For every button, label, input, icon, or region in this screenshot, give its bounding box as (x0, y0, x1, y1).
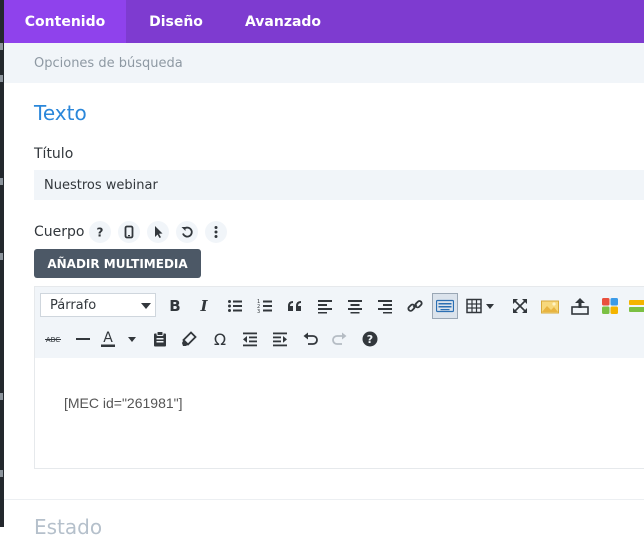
format-select-value: Párrafo (50, 298, 97, 313)
blockquote-icon[interactable] (283, 294, 307, 318)
section-divider (4, 499, 644, 500)
italic-icon[interactable]: I (192, 294, 216, 318)
title-input[interactable] (34, 170, 644, 200)
svg-text:Ω: Ω (214, 331, 226, 347)
search-options-label: Opciones de búsqueda (34, 56, 183, 71)
redo-icon[interactable] (328, 327, 352, 351)
image-icon[interactable] (538, 294, 562, 318)
rich-text-editor: Párrafo B I 123 A Ω ? [MEC id="261981"] (34, 286, 644, 469)
align-left-icon[interactable] (313, 294, 337, 318)
tab-bar: Contenido Diseño Avanzado (4, 0, 644, 43)
clear-format-icon[interactable] (177, 327, 201, 351)
undo-icon[interactable] (298, 327, 322, 351)
more-vert-icon[interactable] (205, 221, 227, 243)
format-select[interactable]: Párrafo (40, 293, 156, 317)
bullet-list-icon[interactable] (223, 294, 247, 318)
align-center-icon[interactable] (343, 294, 367, 318)
keyboard-icon[interactable] (432, 293, 458, 319)
section-title: Texto (34, 101, 87, 125)
numbered-list-icon[interactable]: 123 (253, 294, 277, 318)
next-section-title: Estado (34, 515, 103, 539)
svg-text:I: I (199, 298, 208, 314)
reset-icon[interactable] (176, 221, 198, 243)
editor-content[interactable]: [MEC id="261981"] (64, 395, 183, 411)
fullscreen-icon[interactable] (508, 294, 532, 318)
table-icon[interactable] (464, 294, 498, 318)
strikethrough-icon[interactable]: ABC (41, 327, 65, 351)
svg-text:B: B (169, 298, 180, 314)
pointer-icon[interactable] (147, 221, 169, 243)
outdent-icon[interactable] (238, 327, 262, 351)
search-options-bar: Opciones de búsqueda (4, 43, 644, 83)
upload-icon[interactable] (568, 294, 592, 318)
tab-contenido[interactable]: Contenido (4, 0, 126, 43)
more-icon[interactable] (627, 294, 644, 318)
text-color-icon[interactable]: A (99, 327, 139, 351)
indent-icon[interactable] (268, 327, 292, 351)
svg-text:?: ? (367, 333, 373, 346)
svg-text:A: A (103, 330, 113, 346)
help-icon[interactable]: ? (89, 221, 111, 243)
chevron-down-icon (141, 303, 151, 309)
grid-colors-icon[interactable] (598, 294, 622, 318)
add-media-button[interactable]: AÑADIR MULTIMEDIA (34, 249, 201, 278)
align-right-icon[interactable] (373, 294, 397, 318)
horizontal-rule-icon[interactable] (71, 327, 95, 351)
tab-diseno[interactable]: Diseño (136, 0, 216, 43)
paste-text-icon[interactable] (148, 327, 172, 351)
mobile-icon[interactable] (118, 221, 140, 243)
help-circle-icon[interactable]: ? (358, 327, 382, 351)
omega-icon[interactable]: Ω (208, 327, 232, 351)
body-field-label: Cuerpo (34, 224, 85, 240)
link-icon[interactable] (403, 294, 427, 318)
bold-icon[interactable]: B (163, 294, 187, 318)
svg-text:?: ? (97, 226, 104, 240)
editor-toolbar: Párrafo B I 123 A Ω ? (35, 287, 644, 358)
title-field-label: Título (34, 146, 74, 162)
svg-text:3: 3 (257, 309, 260, 314)
tab-avanzado[interactable]: Avanzado (236, 0, 330, 43)
